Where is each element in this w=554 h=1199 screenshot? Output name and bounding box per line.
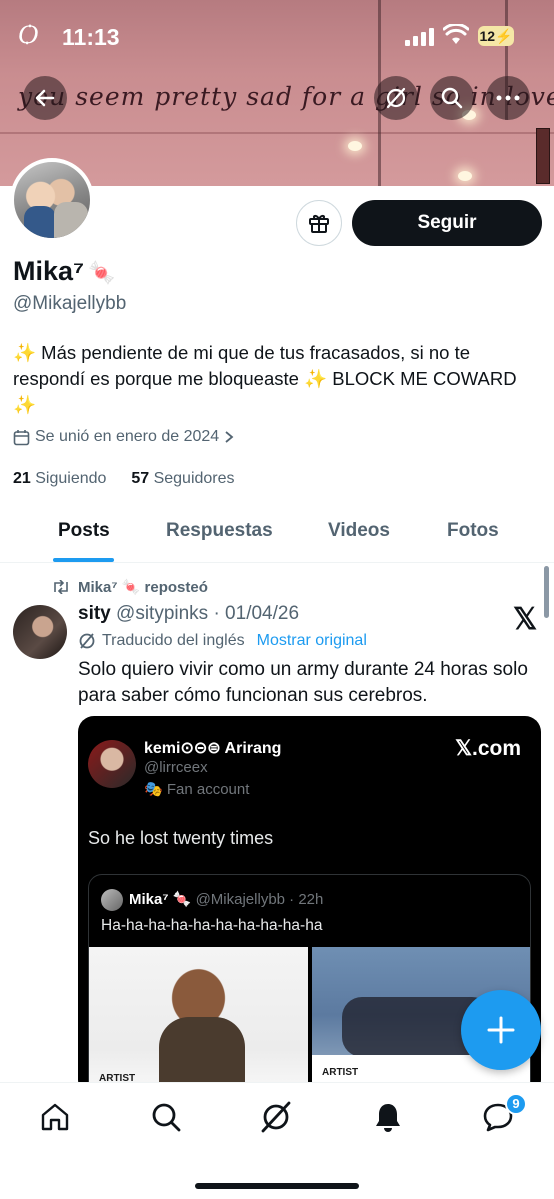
embed-avatar: [88, 740, 136, 788]
compose-post-button[interactable]: [461, 990, 541, 1070]
status-bar: Ѻ 11:13 12⚡: [0, 18, 554, 58]
candy-emoji: 🍬: [88, 260, 116, 285]
repost-icon: [54, 580, 68, 594]
home-indicator: [195, 1183, 359, 1189]
active-tab-indicator: [53, 558, 114, 562]
post-handle-date: @sitypinks · 01/04/26: [116, 603, 300, 624]
tab-posts[interactable]: Posts: [58, 520, 110, 542]
bell-icon: [376, 1104, 400, 1132]
back-button[interactable]: [23, 76, 67, 120]
embed-text: So he lost twenty times: [88, 828, 274, 848]
grok-button[interactable]: [374, 76, 418, 120]
embed-fan-label: 🎭 Fan account: [144, 780, 249, 798]
embed-handle: @lirrceex: [144, 759, 208, 776]
search-icon: [152, 1103, 181, 1132]
following-link[interactable]: 21 Siguiendo: [13, 470, 106, 487]
follow-button[interactable]: Seguir: [352, 200, 542, 246]
calendar-icon: [13, 429, 30, 445]
profile-bio: ✨ Más pendiente de mi que de tus fracasa…: [13, 342, 517, 415]
quote-image-left: ARTIST: [89, 947, 308, 1096]
plus-icon: [487, 1016, 515, 1044]
nav-notifications[interactable]: [370, 1099, 406, 1135]
home-icon: [41, 1103, 69, 1131]
more-dots-icon: [496, 95, 520, 101]
tab-replies[interactable]: Respuestas: [166, 520, 273, 542]
embed-quote: Mika⁷ 🍬 @Mikajellybb · 22h Ha-ha-ha-ha-h…: [88, 874, 531, 1096]
profile-name: Mika⁷ 🍬: [13, 256, 116, 287]
profile-avatar[interactable]: [10, 158, 94, 242]
back-arrow-icon: [35, 89, 55, 107]
translation-notice: Traducido del inglés Mostrar original: [78, 632, 367, 650]
chevron-right-icon: [225, 431, 234, 443]
gift-icon: [309, 215, 329, 233]
quote-avatar: [101, 889, 123, 911]
following-count: 21: [13, 470, 31, 487]
followers-link[interactable]: 57 Seguidores: [131, 470, 234, 487]
search-icon: [441, 87, 463, 109]
translated-text: Traducido del inglés: [102, 632, 245, 649]
follow-counts: 21 Siguiendo 57 Seguidores: [13, 470, 235, 488]
battery-indicator: 12⚡: [478, 26, 514, 46]
post-author-name[interactable]: sity: [78, 603, 111, 624]
repost-indicator[interactable]: Mika⁷ 🍬 reposteó: [52, 578, 208, 596]
nav-home[interactable]: [37, 1099, 73, 1135]
wifi-icon: [443, 24, 469, 44]
tab-photos[interactable]: Fotos: [447, 520, 499, 542]
more-options-button[interactable]: [486, 76, 530, 120]
joined-date[interactable]: Se unió en enero de 2024: [13, 428, 234, 446]
post-author-avatar[interactable]: [13, 605, 67, 659]
candy-emoji: 🍬: [172, 891, 192, 908]
repost-text: Mika⁷ 🍬 reposteó: [78, 579, 208, 596]
scrollbar[interactable]: [544, 566, 549, 618]
joined-date-text: Se unió en enero de 2024: [35, 428, 220, 445]
post-text: Solo quiero vivir como un army durante 2…: [78, 659, 528, 706]
quote-handle-time: @Mikajellybb · 22h: [195, 891, 324, 908]
bottom-navigation: [0, 1082, 554, 1199]
following-label: Siguiendo: [35, 470, 107, 487]
fan-account-icon: 🎭: [144, 781, 163, 798]
battery-level: 12: [479, 28, 496, 44]
show-original-link[interactable]: Mostrar original: [257, 632, 367, 650]
profile-handle: @Mikajellybb: [13, 293, 127, 314]
avatar-figure: [24, 206, 56, 238]
x-logo-icon: 𝕏: [513, 603, 538, 636]
grok-icon: [386, 87, 406, 109]
cellular-signal-icon: [405, 28, 434, 46]
followers-count: 57: [131, 470, 150, 487]
quote-header: Mika⁷ 🍬 @Mikajellybb · 22h: [129, 890, 323, 908]
post-header: sity @sitypinks · 01/04/26: [78, 603, 299, 625]
notification-badge: 9: [505, 1093, 527, 1115]
quote-text: Ha-ha-ha-ha-ha-ha-ha-ha-ha-ha: [101, 917, 323, 934]
grok-icon: [261, 1101, 291, 1133]
nav-grok[interactable]: [258, 1099, 294, 1135]
tab-videos[interactable]: Videos: [328, 520, 390, 542]
image-label-right: ARTIST: [322, 1067, 359, 1078]
profile-name-text: Mika⁷: [13, 256, 85, 286]
banner-lamp: [348, 141, 362, 151]
followers-label: Seguidores: [153, 470, 235, 487]
status-logo: Ѻ: [18, 20, 39, 50]
search-button[interactable]: [430, 76, 474, 120]
embed-brand: 𝕏.com: [455, 737, 521, 760]
banner-wall-line: [0, 132, 554, 134]
avatar-figure: [54, 202, 88, 238]
embed-fan-text: Fan account: [166, 781, 250, 798]
banner-lamp: [458, 171, 472, 181]
translate-icon: [79, 633, 95, 649]
profile-tabs: Posts Respuestas Videos Fotos: [0, 500, 554, 563]
gift-button[interactable]: [296, 200, 342, 246]
embed-author-name: kemi⊙⊝⊜ Arirang: [144, 740, 282, 757]
banner-sign: [536, 128, 550, 184]
quote-author-name: Mika⁷: [129, 891, 169, 908]
nav-search[interactable]: [148, 1099, 184, 1135]
status-time: 11:13: [62, 24, 120, 50]
